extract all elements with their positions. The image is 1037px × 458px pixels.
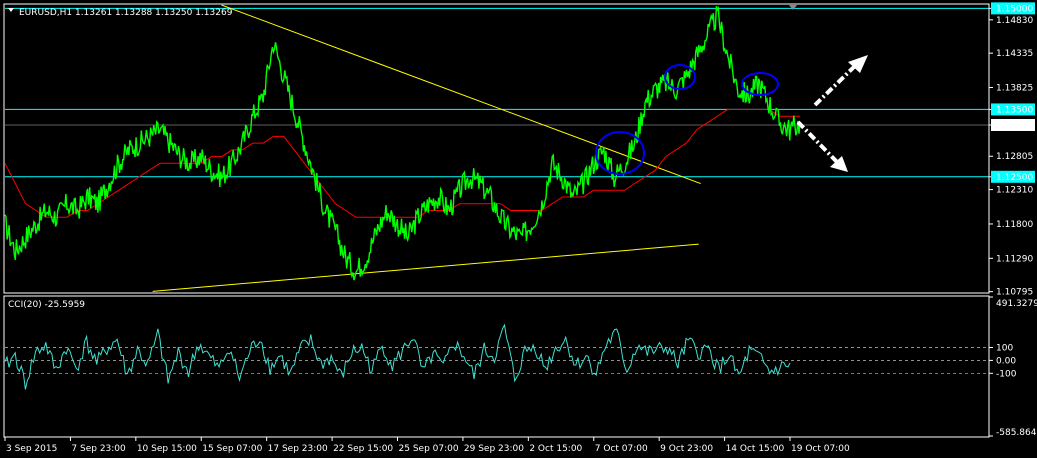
x-tick-label: 7 Sep 23:00: [71, 444, 126, 454]
cci-tick-label: 0.00: [996, 356, 1016, 366]
x-tick-label: 7 Oct 07:00: [595, 444, 648, 454]
cci-header: CCI(20) -25.5959: [8, 300, 85, 310]
chart-canvas: 1.15000 1.14830 1.14335 1.13825 1.13500 1.132…: [3, 2, 1037, 454]
x-tick-label: 14 Oct 15:00: [726, 444, 785, 454]
price-tick-label: 1.15000: [996, 4, 1033, 14]
x-tick-label: 29 Sep 23:00: [464, 444, 524, 454]
time-x-axis: 3 Sep 2015 7 Sep 23:00 10 Sep 15:00 15 Sep …: [4, 437, 850, 454]
price-tick-label: 1.13825: [996, 84, 1033, 94]
price-tick-label: 1.13269: [996, 121, 1033, 131]
price-tick-label: 1.11290: [996, 254, 1033, 264]
price-tick-label: 1.12500: [996, 173, 1033, 183]
price-tick-label: 1.13500: [996, 105, 1033, 115]
x-tick-label: 25 Sep 07:00: [399, 444, 459, 454]
cci-tick-label: -100: [996, 369, 1017, 379]
x-tick-label: 15 Sep 07:00: [202, 444, 262, 454]
price-tick-label: 1.11800: [996, 220, 1033, 230]
x-tick-label: 9 Oct 23:00: [660, 444, 713, 454]
x-tick-label: 10 Sep 15:00: [137, 444, 197, 454]
price-tick-label: 1.10795: [996, 288, 1033, 298]
price-y-axis: 1.15000 1.14830 1.14335 1.13825 1.13500 1.132…: [988, 2, 1035, 298]
x-tick-label: 22 Sep 15:00: [333, 444, 393, 454]
cci-y-axis: 491.3279 100 0.00 -100 -585.8642: [988, 296, 1037, 438]
cci-tick-label: -585.8642: [996, 428, 1037, 438]
x-tick-label: 2 Oct 15:00: [529, 444, 582, 454]
cci-tick-label: 100: [996, 343, 1013, 353]
cci-tick-label: 491.3279: [996, 299, 1037, 309]
x-tick-label: 19 Oct 07:00: [791, 444, 850, 454]
price-tick-label: 1.12310: [996, 186, 1033, 196]
price-tick-label: 1.12805: [996, 152, 1033, 162]
cci-pane-frame: [3, 295, 990, 438]
x-tick-label: 17 Sep 23:00: [268, 444, 328, 454]
price-tick-label: 1.14830: [996, 16, 1033, 26]
price-tick-label: 1.14335: [996, 49, 1033, 59]
price-pane-frame: [3, 3, 990, 294]
x-tick-label: 3 Sep 2015: [6, 444, 57, 454]
symbol-header: EURUSD,H1 1.13261 1.13288 1.13250 1.1326…: [19, 8, 233, 18]
